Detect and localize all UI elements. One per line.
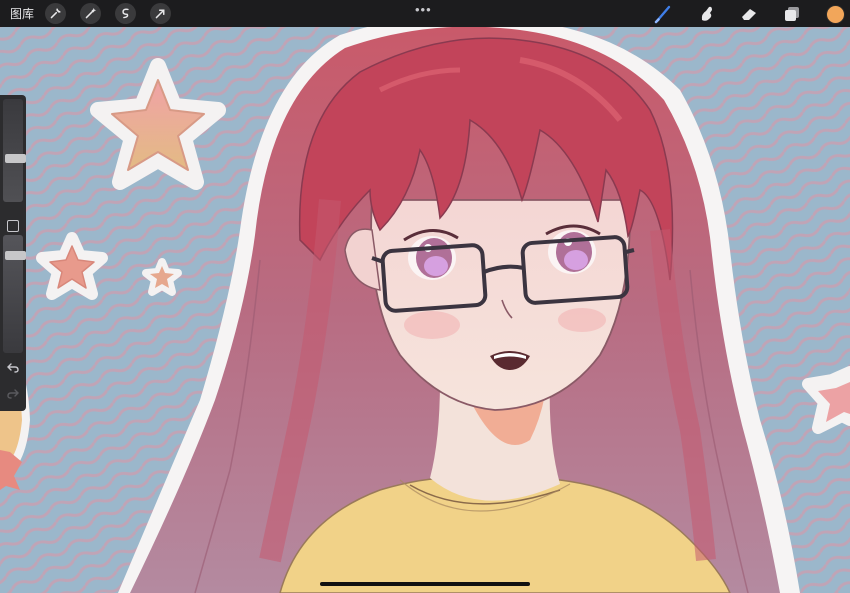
selection-icon — [122, 8, 129, 19]
left-sidebar — [0, 95, 26, 411]
eraser-tool-button[interactable] — [738, 3, 760, 25]
opacity-slider[interactable] — [3, 235, 26, 353]
more-menu-button[interactable]: ••• — [415, 2, 432, 17]
wrench-icon — [50, 8, 61, 19]
undo-icon — [7, 363, 19, 373]
selection-button[interactable] — [115, 3, 136, 24]
gallery-button[interactable]: 图库 — [10, 5, 34, 22]
adjustments-button[interactable] — [80, 3, 101, 24]
brush-icon — [654, 5, 671, 24]
artwork — [0, 0, 850, 593]
opacity-thumb[interactable] — [5, 251, 26, 260]
layers-icon — [785, 7, 799, 21]
actions-button[interactable] — [45, 3, 66, 24]
undo-button[interactable] — [4, 361, 22, 375]
top-toolbar: 图库 ••• — [0, 0, 850, 27]
modify-button[interactable] — [7, 220, 19, 232]
smudge-tool-button[interactable] — [696, 3, 718, 25]
home-indicator[interactable] — [320, 582, 530, 586]
transform-button[interactable] — [150, 3, 171, 24]
smudge-icon — [701, 6, 712, 21]
brush-size-slider[interactable] — [3, 99, 26, 202]
brush-size-thumb[interactable] — [5, 154, 26, 163]
edge-star-right — [802, 366, 850, 434]
layers-button[interactable] — [781, 3, 803, 25]
redo-icon — [7, 389, 19, 399]
eraser-icon — [742, 9, 756, 20]
color-picker-button[interactable] — [826, 5, 845, 24]
brush-tool-button[interactable] — [652, 3, 674, 25]
redo-button[interactable] — [4, 387, 22, 401]
drawing-canvas[interactable] — [0, 0, 850, 593]
transform-arrow-icon — [155, 9, 165, 19]
magic-wand-icon — [85, 7, 97, 19]
